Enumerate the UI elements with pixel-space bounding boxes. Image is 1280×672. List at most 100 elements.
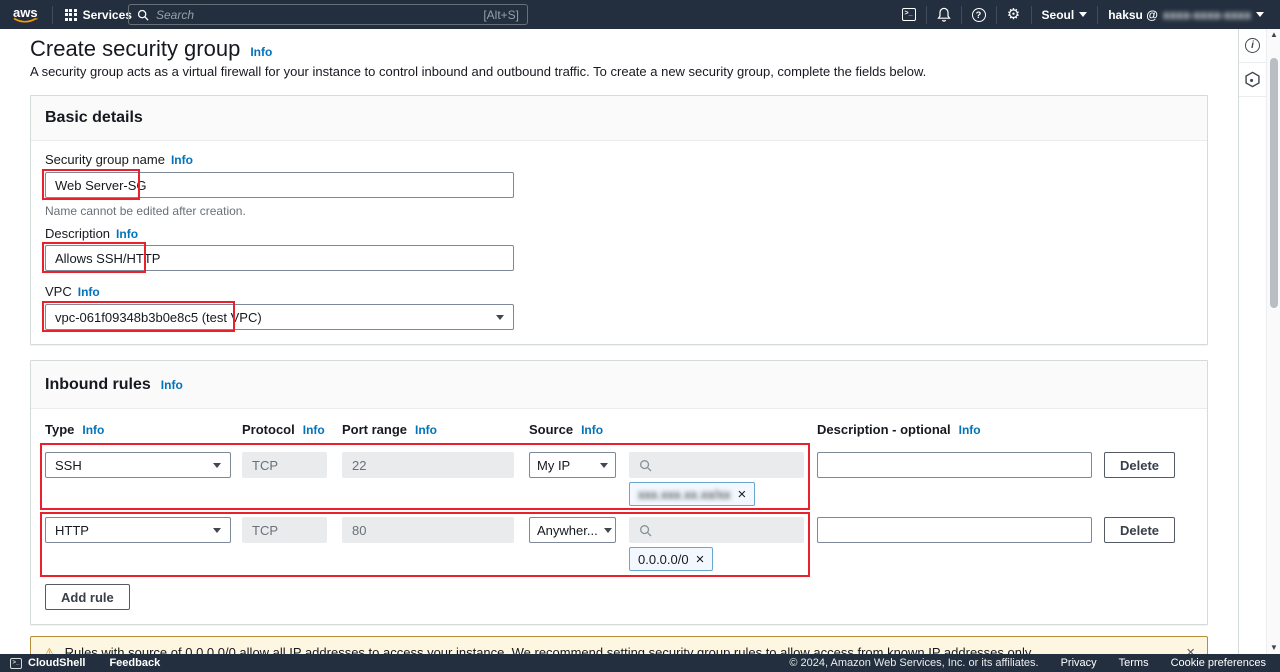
description-label: Description — [45, 226, 110, 241]
info-circle-icon: i — [1245, 38, 1260, 53]
console-footer: >_ CloudShell Feedback © 2024, Amazon We… — [0, 654, 1280, 672]
settings-button[interactable]: ⚙ — [997, 0, 1031, 29]
basic-details-section: Basic details Security group name Info W… — [30, 95, 1208, 345]
search-shortcut-hint: [Alt+S] — [483, 8, 519, 22]
rule-2-protocol-field: TCP — [242, 517, 327, 543]
chevron-down-icon — [600, 463, 608, 468]
description-info-link[interactable]: Info — [116, 227, 138, 241]
top-navigation-bar: aws Services Search [Alt+S] — [0, 0, 1280, 29]
col-port-range-info-link[interactable]: Info — [415, 423, 437, 437]
vpc-selected-value: vpc-061f09348b3b0e8c5 (test VPC) — [55, 310, 262, 325]
rule-1-port-field: 22 — [342, 452, 514, 478]
inbound-rules-title: Inbound rules — [45, 376, 151, 394]
col-port-range-label: Port range — [342, 422, 407, 437]
global-search-input[interactable]: Search [Alt+S] — [128, 4, 528, 25]
aws-logo[interactable]: aws — [13, 6, 38, 23]
rule-1-protocol-field: TCP — [242, 452, 327, 478]
footer-cloudshell-button[interactable]: >_ CloudShell — [10, 657, 85, 669]
rule-2-description-input[interactable] — [817, 517, 1092, 543]
rule-1-source-search-input[interactable] — [629, 452, 804, 478]
page-title: Create security group — [30, 36, 240, 62]
tools-panel-button[interactable] — [1239, 63, 1266, 97]
rule-1-delete-button[interactable]: Delete — [1104, 452, 1175, 478]
page-title-info-link[interactable]: Info — [250, 45, 272, 59]
rule-2-chip-remove-icon[interactable]: × — [696, 552, 705, 567]
services-label: Services — [83, 8, 132, 22]
search-icon — [137, 9, 149, 21]
rule-1-type-value: SSH — [55, 458, 82, 473]
col-description-label: Description - optional — [817, 422, 951, 437]
rule-2-source-search-input[interactable] — [629, 517, 804, 543]
services-grid-icon — [65, 9, 77, 21]
chevron-down-icon — [1256, 12, 1264, 17]
description-value: Allows SSH/HTTP — [55, 251, 160, 266]
col-source-label: Source — [529, 422, 573, 437]
vertical-scrollbar[interactable]: ▲ ▼ — [1266, 29, 1280, 654]
sg-name-info-link[interactable]: Info — [171, 153, 193, 167]
scroll-down-arrow[interactable]: ▼ — [1267, 642, 1280, 654]
rule-2-delete-button[interactable]: Delete — [1104, 517, 1175, 543]
region-label: Seoul — [1042, 8, 1075, 22]
basic-details-title: Basic details — [45, 109, 143, 127]
help-icon: ? — [972, 8, 986, 22]
search-icon — [639, 459, 652, 472]
sg-name-help-text: Name cannot be edited after creation. — [45, 204, 246, 218]
rule-1-description-input[interactable] — [817, 452, 1092, 478]
aws-smile-icon — [12, 17, 40, 25]
region-selector[interactable]: Seoul — [1032, 0, 1098, 29]
inbound-rules-header: Inbound rules Info — [31, 361, 1207, 409]
col-source-info-link[interactable]: Info — [581, 423, 603, 437]
add-rule-button[interactable]: Add rule — [45, 584, 130, 610]
page-subtitle: A security group acts as a virtual firew… — [30, 64, 926, 79]
col-protocol-info-link[interactable]: Info — [303, 423, 325, 437]
col-description-info-link[interactable]: Info — [959, 423, 981, 437]
sg-name-label: Security group name — [45, 152, 165, 167]
rule-1-source-value: My IP — [537, 458, 570, 473]
footer-terms-link[interactable]: Terms — [1119, 657, 1149, 669]
chevron-down-icon — [1079, 12, 1087, 17]
col-protocol-label: Protocol — [242, 422, 295, 437]
gear-icon: ⚙ — [1007, 7, 1020, 22]
rule-1-protocol-value: TCP — [252, 458, 278, 473]
col-type-info-link[interactable]: Info — [82, 423, 104, 437]
rule-2-source-select[interactable]: Anywher... — [529, 517, 616, 543]
bell-icon — [937, 7, 951, 22]
inbound-rules-section: Inbound rules Info Type Info Protocol In… — [30, 360, 1208, 625]
scrollbar-thumb[interactable] — [1270, 58, 1278, 308]
sg-name-value: Web Server-SG — [55, 178, 147, 193]
rule-2-port-field: 80 — [342, 517, 514, 543]
feedback-label: Feedback — [109, 657, 160, 669]
vpc-info-link[interactable]: Info — [78, 285, 100, 299]
rule-1-type-select[interactable]: SSH — [45, 452, 231, 478]
account-menu[interactable]: haksu @ xxxx-xxxx-xxxx — [1098, 0, 1274, 29]
account-id-redacted: xxxx-xxxx-xxxx — [1163, 8, 1251, 22]
account-name: haksu @ — [1108, 8, 1158, 22]
rule-2-type-value: HTTP — [55, 523, 89, 538]
rule-1-chip-remove-icon[interactable]: × — [737, 487, 746, 502]
chevron-down-icon — [604, 528, 612, 533]
rule-1-chip-ip-redacted: xxx.xxx.xx.xx/xx — [638, 487, 730, 502]
rule-1-port-value: 22 — [352, 458, 366, 473]
notifications-button[interactable] — [927, 0, 961, 29]
rule-2-source-value: Anywher... — [537, 523, 598, 538]
rule-2-source-chip: 0.0.0.0/0 × — [629, 547, 713, 571]
info-panel-button[interactable]: i — [1239, 29, 1266, 63]
rule-2-type-select[interactable]: HTTP — [45, 517, 231, 543]
scroll-up-arrow[interactable]: ▲ — [1267, 29, 1280, 41]
rule-2-port-value: 80 — [352, 523, 366, 538]
cloudshell-button[interactable]: >_ — [892, 0, 926, 29]
vpc-select[interactable]: vpc-061f09348b3b0e8c5 (test VPC) — [45, 304, 514, 330]
footer-privacy-link[interactable]: Privacy — [1061, 657, 1097, 669]
description-input[interactable]: Allows SSH/HTTP — [45, 245, 514, 271]
vpc-label: VPC — [45, 284, 72, 299]
footer-feedback-link[interactable]: Feedback — [109, 657, 160, 669]
search-icon — [639, 524, 652, 537]
copyright-text: © 2024, Amazon Web Services, Inc. or its… — [789, 657, 1038, 669]
footer-cookie-preferences-link[interactable]: Cookie preferences — [1171, 657, 1266, 669]
chevron-down-icon — [213, 528, 221, 533]
cloudshell-terminal-icon: >_ — [10, 658, 22, 669]
inbound-rules-info-link[interactable]: Info — [161, 378, 183, 392]
help-button[interactable]: ? — [962, 0, 996, 29]
rule-1-source-select[interactable]: My IP — [529, 452, 616, 478]
sg-name-input[interactable]: Web Server-SG — [45, 172, 514, 198]
